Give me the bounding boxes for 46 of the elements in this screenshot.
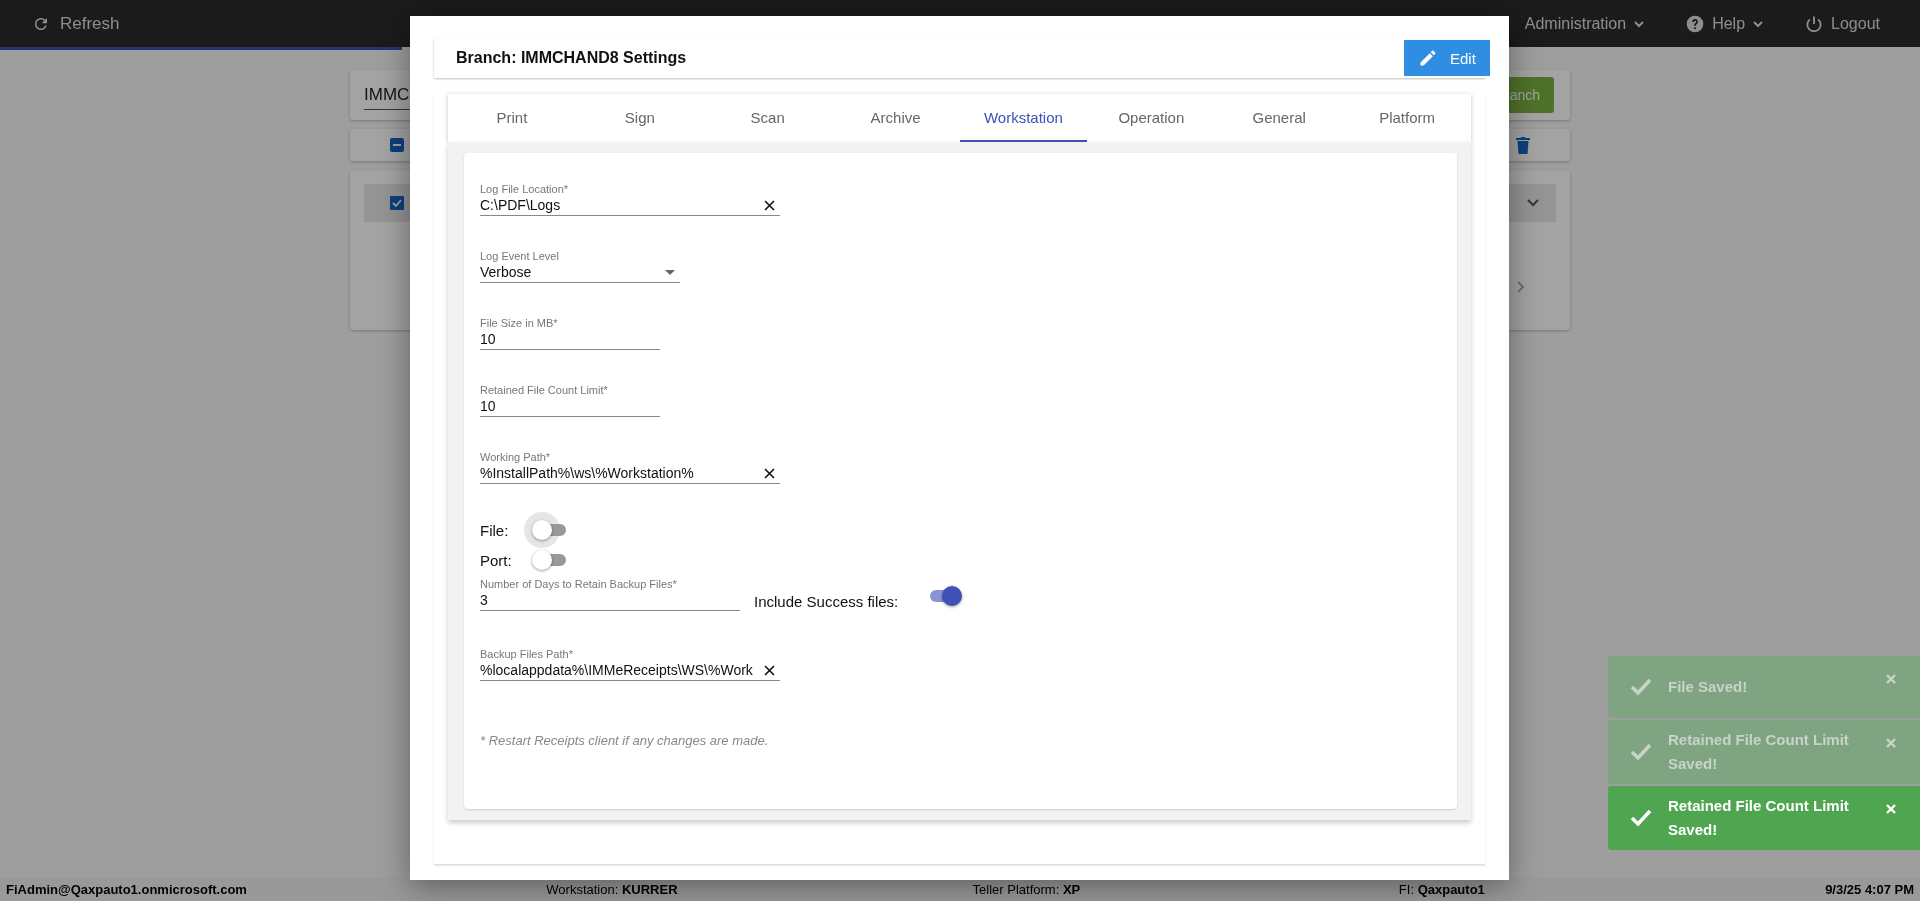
chevron-right-icon[interactable] xyxy=(1516,280,1526,294)
status-item: Workstation: KURRER xyxy=(546,881,679,897)
menu-button[interactable]: Help xyxy=(1679,12,1771,35)
input-field[interactable]: Log File Location* C:\PDF\Logs xyxy=(480,183,780,216)
tab[interactable]: Archive xyxy=(831,94,960,142)
input-field[interactable]: Backup Files Path* %localappdata%\IMMeReceipts\WS\%Work xyxy=(480,648,780,681)
chevron-down-icon[interactable] xyxy=(1526,198,1540,208)
toast-message: Retained File Count Limit Saved! xyxy=(1668,796,1850,840)
switch-label: Port: xyxy=(480,551,513,569)
check-icon xyxy=(1630,809,1652,827)
clear-icon[interactable] xyxy=(764,664,775,676)
user-email: FiAdmin@Qaxpauto1.onmicrosoft.com xyxy=(6,881,248,897)
input-field[interactable]: Working Path* %InstallPath%\ws\%Workstation% xyxy=(480,451,780,484)
dialog-title: Branch: IMMCHAND8 Settings xyxy=(456,49,687,67)
clear-icon[interactable] xyxy=(764,199,775,211)
restart-note: * Restart Receipts client if any changes are made. xyxy=(480,733,770,748)
clear-icon[interactable] xyxy=(764,467,775,479)
input-field[interactable]: Log Event Level Verbose xyxy=(480,250,680,283)
check-icon xyxy=(1630,678,1652,696)
status-item: FI: Qaxpauto1 xyxy=(1398,881,1486,897)
tab[interactable]: Scan xyxy=(703,94,832,142)
switch-label: File: xyxy=(480,521,510,539)
toast-message: File Saved! xyxy=(1668,677,1749,697)
menu-button[interactable]: Administration xyxy=(1518,12,1652,35)
checkbox[interactable] xyxy=(390,196,404,210)
switch-label: Include Success files: xyxy=(754,592,899,610)
toast-message: Retained File Count Limit Saved! xyxy=(1668,730,1850,774)
help-icon xyxy=(1685,13,1706,34)
refresh-button[interactable]: Refresh xyxy=(26,12,126,35)
input-field[interactable]: File Size in MB* 10 xyxy=(480,317,660,350)
status-item: Teller Platform: XP xyxy=(972,881,1082,897)
tab[interactable]: Print xyxy=(448,94,576,142)
pencil-icon xyxy=(1418,48,1438,68)
timestamp: 9/3/25 4:07 PM xyxy=(1825,881,1914,897)
check-icon xyxy=(1630,743,1652,761)
checkbox[interactable] xyxy=(390,138,404,152)
tab[interactable]: General xyxy=(1215,94,1344,142)
dropdown-arrow-icon[interactable] xyxy=(665,269,675,275)
input-field[interactable]: Retained File Count Limit* 10 xyxy=(480,384,660,417)
tab[interactable]: Sign xyxy=(575,94,704,142)
tab[interactable]: Operation xyxy=(1087,94,1216,142)
logout-button[interactable]: Logout xyxy=(1798,12,1886,35)
input-field[interactable]: Number of Days to Retain Backup Files* 3 xyxy=(480,578,740,611)
trash-icon[interactable] xyxy=(1516,136,1530,154)
edit-button[interactable]: Edit xyxy=(1404,40,1490,76)
tab[interactable]: Platform xyxy=(1343,94,1471,142)
